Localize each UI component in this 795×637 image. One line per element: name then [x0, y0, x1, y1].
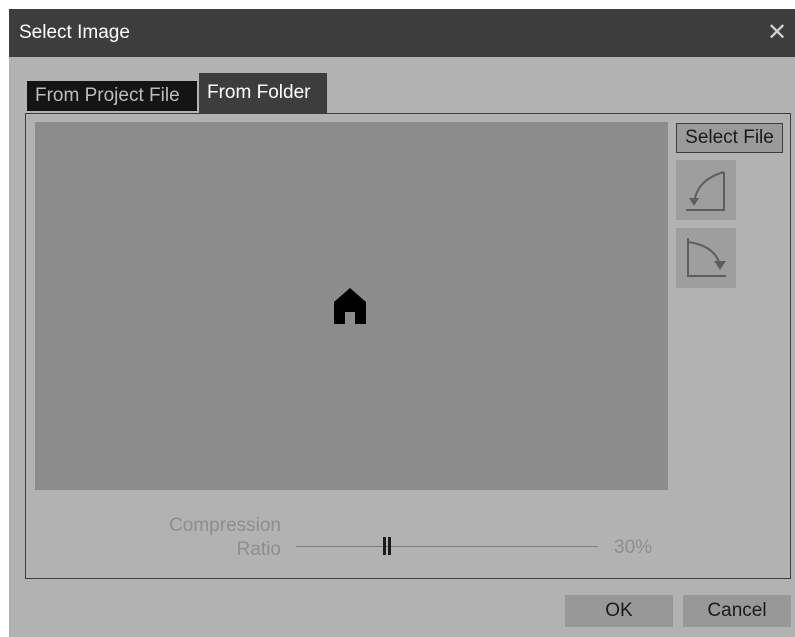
- compression-slider[interactable]: [296, 532, 598, 562]
- slider-track: [296, 546, 598, 547]
- rotate-left-icon: [686, 171, 725, 211]
- dialog-title: Select Image: [19, 22, 130, 43]
- select-file-button[interactable]: Select File: [676, 123, 783, 153]
- tab-label: From Project File: [35, 85, 180, 106]
- compression-ratio-label: Compression Ratio: [106, 514, 281, 562]
- home-icon: [334, 288, 366, 324]
- rotate-left-button[interactable]: [676, 160, 736, 220]
- select-image-dialog: Select Image ✕ From Project File From Fo…: [9, 9, 795, 637]
- compression-label-line2: Ratio: [236, 539, 281, 560]
- slider-thumb[interactable]: [382, 537, 392, 555]
- ok-button[interactable]: OK: [565, 595, 673, 627]
- title-bar: Select Image ✕: [9, 9, 795, 57]
- compression-label-line1: Compression: [169, 515, 281, 536]
- tab-panel: Select File Compression Ratio 30%: [25, 113, 791, 579]
- cancel-button[interactable]: Cancel: [683, 595, 791, 627]
- rotate-right-icon: [687, 238, 726, 277]
- image-preview: [35, 122, 668, 490]
- tab-from-folder[interactable]: From Folder: [199, 73, 327, 113]
- close-icon[interactable]: ✕: [759, 9, 795, 57]
- rotate-right-button[interactable]: [676, 228, 736, 288]
- tab-label: From Folder: [207, 82, 311, 103]
- compression-value: 30%: [614, 537, 653, 558]
- tab-from-project-file[interactable]: From Project File: [27, 81, 197, 111]
